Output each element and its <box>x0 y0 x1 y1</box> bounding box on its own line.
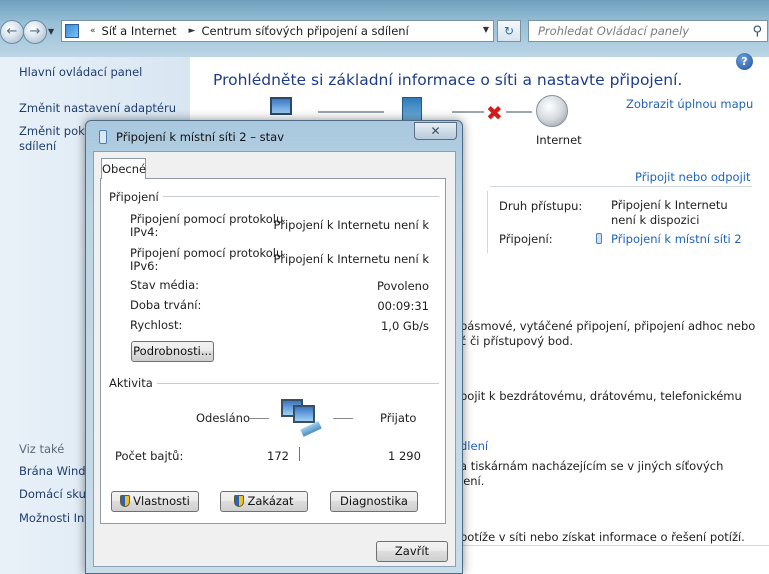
address-dropdown-icon[interactable]: ▼ <box>483 25 489 34</box>
chevron-right-icon[interactable]: « <box>90 26 96 36</box>
search-placeholder: Prohledat Ovládací panely <box>538 24 690 38</box>
change-advanced-sharing-link-line2[interactable]: sdílení <box>19 139 56 154</box>
access-type-value-2: není k dispozici <box>611 213 700 227</box>
control-panel-home-link[interactable]: Hlavní ovládací panel <box>19 65 142 80</box>
bytes-label: Počet bajtů: <box>115 449 184 463</box>
search-input[interactable]: Prohledat Ovládací panely ⚲ <box>528 20 768 42</box>
properties-button-label: Vlastnosti <box>133 494 190 508</box>
divider <box>460 545 769 546</box>
tab-general[interactable]: Obecné <box>101 158 146 179</box>
address-bar[interactable]: « Síť a Internet ► Centrum síťových přip… <box>61 20 494 42</box>
full-map-link[interactable]: Zobrazit úplnou mapu <box>626 97 753 111</box>
uac-shield-icon <box>120 495 131 507</box>
media-state-label: Stav média: <box>130 278 200 292</box>
connect-disconnect-link[interactable]: Připojit nebo odpojit <box>635 170 750 184</box>
disable-button-label: Zakázat <box>247 494 294 508</box>
diagnose-button[interactable]: Diagnostika <box>330 491 418 512</box>
duration-value: 00:09:31 <box>377 299 429 313</box>
setup-connection-text: pásmové, vytáčené připojení, připojení a… <box>460 319 756 333</box>
ipv4-value: Připojení k Internetu není k <box>273 218 430 232</box>
disconnected-x-icon[interactable]: ✖ <box>486 101 503 125</box>
network-connection-icon <box>99 130 107 144</box>
speed-label: Rychlost: <box>130 318 183 332</box>
chevron-right-icon[interactable]: ► <box>189 26 196 36</box>
connect-network-text: pojit k bezdrátovému, drátovému, telefon… <box>460 389 742 403</box>
internet-globe-icon <box>536 95 568 127</box>
recent-pages-dropdown-icon[interactable]: ▼ <box>48 27 54 36</box>
activity-line <box>333 418 353 419</box>
group-activity-label: Aktivita <box>109 376 157 390</box>
uac-shield-icon <box>234 495 245 507</box>
see-also-internet-options-link[interactable]: Možnosti Int <box>19 511 89 526</box>
close-icon[interactable]: ✕ <box>414 122 457 140</box>
speed-value: 1,0 Gb/s <box>380 319 429 333</box>
control-panel-icon <box>65 24 79 38</box>
activity-line <box>249 418 269 419</box>
see-also-homegroup-link[interactable]: Domácí skup <box>19 487 93 502</box>
access-type-label: Druh přístupu: <box>499 199 583 213</box>
homegroup-sharing-link[interactable]: dlení <box>460 439 488 453</box>
access-type-value-1: Připojení k Internetu <box>611 198 728 212</box>
see-also-firewall-link[interactable]: Brána Windo <box>19 464 93 479</box>
ipv4-label: Připojení pomocí protokolu IPv4: <box>130 213 283 239</box>
page-title: Prohlédněte si základní informace o síti… <box>213 71 683 89</box>
duration-label: Doba trvání: <box>130 298 202 312</box>
connections-label: Připojení: <box>499 232 553 246</box>
bytes-received-value: 1 290 <box>388 449 421 463</box>
close-button[interactable]: Zavřít <box>376 541 448 562</box>
forward-button[interactable]: → <box>23 20 47 44</box>
activity-computers-icon <box>281 399 322 437</box>
dialog-title: Připojení k místní síti 2 – stav <box>116 130 285 144</box>
tab-panel-general: Připojení Připojení pomocí protokolu IPv… <box>100 178 446 524</box>
group-connection-label: Připojení <box>109 190 163 204</box>
computer-icon <box>270 97 292 115</box>
breadcrumb-network-center[interactable]: Centrum síťových připojení a sdílení <box>201 24 408 38</box>
network-line <box>452 111 484 113</box>
address-toolbar: ← → ▼ « Síť a Internet ► Centrum síťovýc… <box>0 0 769 57</box>
dialog-body: Obecné Připojení Připojení pomocí protok… <box>93 151 456 567</box>
activity-divider <box>299 447 300 461</box>
refresh-button[interactable]: ↻ <box>497 20 521 42</box>
received-label: Přijato <box>380 411 417 425</box>
ipv6-label: Připojení pomocí protokolu IPv6: <box>130 247 283 273</box>
media-state-value: Povoleno <box>377 279 429 293</box>
sent-label: Odesláno <box>196 411 250 425</box>
homegroup-text: a tiskárnám nacházejícím se v jiných síť… <box>460 459 724 473</box>
back-button[interactable]: ← <box>0 20 24 44</box>
details-button[interactable]: Podrobnosti... <box>131 341 214 362</box>
group-divider <box>109 383 439 384</box>
ipv6-label-line2: IPv6: <box>130 259 159 273</box>
bytes-sent-value: 172 <box>267 449 289 463</box>
breadcrumb-network-internet[interactable]: Síť a Internet <box>102 24 177 38</box>
see-also-heading: Viz také <box>19 442 65 456</box>
divider <box>490 186 752 187</box>
internet-label: Internet <box>536 133 582 147</box>
disable-button[interactable]: Zakázat <box>220 491 308 512</box>
connection-link[interactable]: Připojení k místní síti 2 <box>611 232 742 246</box>
homegroup-text-2: lení. <box>460 474 485 488</box>
setup-connection-text-2: č či přístupový bod. <box>460 334 574 348</box>
troubleshoot-text: potíže v síti nebo získat informace o ře… <box>460 530 745 544</box>
divider <box>487 191 488 253</box>
ethernet-plug-icon <box>596 233 602 244</box>
network-line <box>318 111 384 113</box>
change-adapter-settings-link[interactable]: Změnit nastavení adaptéru <box>19 101 176 116</box>
connection-status-dialog: Připojení k místní síti 2 – stav ✕ Obecn… <box>85 120 463 574</box>
ipv6-value: Připojení k Internetu není k <box>273 252 430 266</box>
help-icon[interactable]: ? <box>736 53 753 70</box>
ipv4-label-line2: IPv4: <box>130 225 159 239</box>
search-icon[interactable]: ⚲ <box>752 22 762 42</box>
network-line <box>506 111 532 113</box>
properties-button[interactable]: Vlastnosti <box>111 491 199 512</box>
